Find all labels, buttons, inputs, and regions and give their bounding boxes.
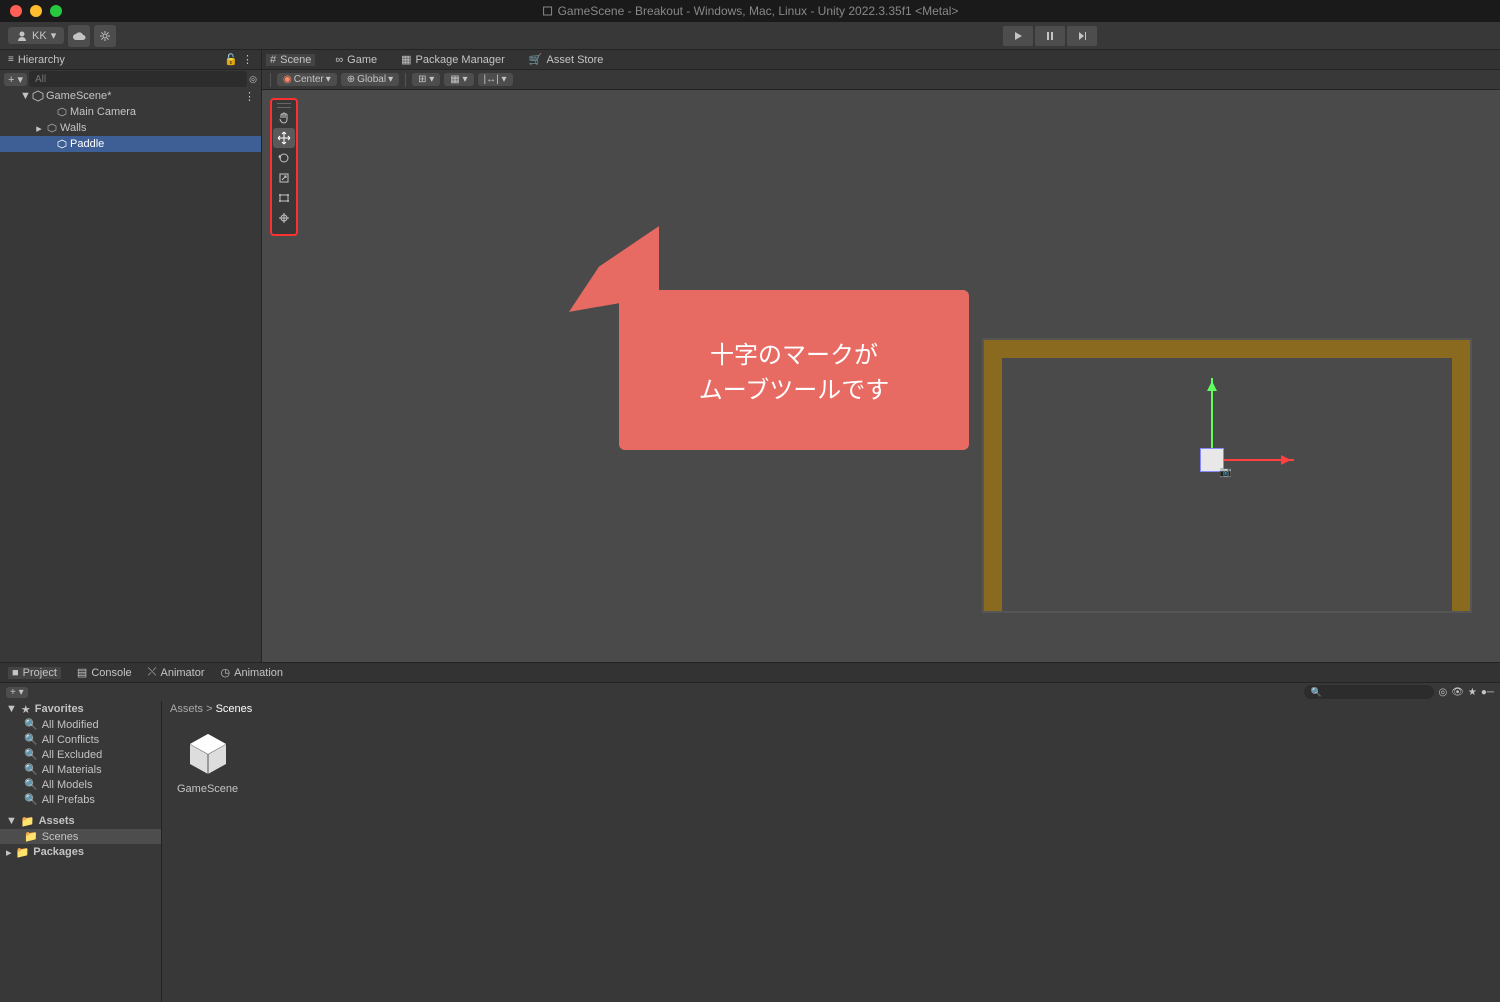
pivot-dropdown[interactable]: ◉Center ▾: [277, 73, 337, 86]
search-icon: 🔍: [1310, 687, 1321, 698]
increment-button[interactable]: |↔| ▾: [478, 73, 513, 86]
gear-icon[interactable]: [94, 25, 116, 47]
tab-animator[interactable]: ⤬Animator: [148, 666, 205, 679]
camera-icon: 📷: [1219, 467, 1231, 478]
fav-item[interactable]: 🔍All Models: [0, 777, 161, 792]
scene-root[interactable]: ▼ GameScene* ⋮: [0, 88, 261, 104]
fav-item[interactable]: 🔍All Prefabs: [0, 792, 161, 807]
titlebar: GameScene - Breakout - Windows, Mac, Lin…: [0, 0, 1500, 22]
wall-left: [984, 340, 1002, 611]
play-button[interactable]: [1003, 26, 1033, 46]
main-toolbar: KK ▾: [0, 22, 1500, 50]
folder-scenes[interactable]: 📁Scenes: [0, 829, 161, 844]
move-gizmo[interactable]: 📷: [1200, 448, 1224, 472]
step-button[interactable]: [1067, 26, 1097, 46]
star-icon[interactable]: ★: [1468, 687, 1477, 698]
snap-button[interactable]: ⊞ ▾: [412, 73, 440, 86]
menu-icon[interactable]: ⋮: [244, 90, 255, 103]
tab-package-manager[interactable]: ▦Package Manager: [397, 53, 509, 66]
tab-animation[interactable]: ◷Animation: [221, 666, 284, 679]
hierarchy-item-walls[interactable]: ▸ Walls: [0, 120, 261, 136]
asset-scene[interactable]: GameScene: [177, 729, 238, 795]
cloud-icon[interactable]: [68, 25, 90, 47]
traffic-lights: [10, 5, 62, 17]
hierarchy-tab[interactable]: ≡ Hierarchy 🔓 ⋮: [0, 50, 261, 70]
rect-tool[interactable]: [273, 188, 295, 208]
hierarchy-item-camera[interactable]: Main Camera: [0, 104, 261, 120]
add-button[interactable]: + ▾: [4, 73, 27, 86]
grid-button[interactable]: ▦ ▾: [444, 73, 473, 86]
tab-console[interactable]: ▤Console: [77, 666, 132, 679]
wall-right: [1452, 340, 1470, 611]
asset-label: GameScene: [177, 783, 238, 795]
window-title: GameScene - Breakout - Windows, Mac, Lin…: [542, 4, 959, 18]
annotation-callout: 十字のマークが ムーブツールです: [619, 290, 969, 450]
project-tree: ▼★Favorites 🔍All Modified 🔍All Conflicts…: [0, 701, 162, 1002]
pause-button[interactable]: [1035, 26, 1065, 46]
packages-header[interactable]: ▸📁Packages: [0, 844, 161, 860]
hierarchy-panel: ≡ Hierarchy 🔓 ⋮ + ▾ ◎ ▼ GameScene* ⋮ Mai…: [0, 50, 262, 662]
filter-icon[interactable]: ◎: [1438, 687, 1447, 698]
y-axis-arrow[interactable]: [1211, 378, 1213, 448]
close-icon[interactable]: [10, 5, 22, 17]
fav-item[interactable]: 🔍All Conflicts: [0, 732, 161, 747]
space-dropdown[interactable]: ⊕Global ▾: [341, 73, 399, 86]
maximize-icon[interactable]: [50, 5, 62, 17]
fav-item[interactable]: 🔍All Materials: [0, 762, 161, 777]
assets-header[interactable]: ▼📁Assets: [0, 813, 161, 829]
tab-game[interactable]: ∞Game: [331, 54, 381, 66]
tab-asset-store[interactable]: 🛒Asset Store: [525, 53, 608, 66]
filter-icon[interactable]: ◎: [249, 74, 257, 85]
account-button[interactable]: KK ▾: [8, 27, 64, 44]
scene-tools: [270, 98, 298, 236]
cube-icon: [56, 106, 68, 118]
callout-text: 十字のマークが: [710, 335, 878, 370]
project-search-input[interactable]: [1304, 685, 1434, 699]
scene-toolbar: ◉Center ▾ ⊕Global ▾ ⊞ ▾ ▦ ▾ |↔| ▾: [262, 70, 1500, 90]
project-content: Assets > Scenes GameScene: [162, 701, 1500, 1002]
hierarchy-tree: ▼ GameScene* ⋮ Main Camera ▸ Walls Paddl…: [0, 88, 261, 662]
scene-viewport[interactable]: 十字のマークが ムーブツールです 📷: [262, 90, 1500, 662]
hand-tool[interactable]: [273, 108, 295, 128]
fav-item[interactable]: 🔍All Modified: [0, 717, 161, 732]
add-button[interactable]: + ▾: [6, 687, 28, 698]
wall-top: [984, 340, 1470, 358]
scene-panel: #Scene ∞Game ▦Package Manager 🛒Asset Sto…: [262, 50, 1500, 662]
paddle-object[interactable]: 📷: [1200, 448, 1224, 472]
unity-icon: [32, 90, 44, 102]
minimize-icon[interactable]: [30, 5, 42, 17]
menu-icon[interactable]: ⋮: [242, 53, 253, 66]
callout-text: ムーブツールです: [699, 370, 890, 405]
unity-icon: [183, 729, 233, 779]
rotate-tool[interactable]: [273, 148, 295, 168]
move-tool[interactable]: [273, 128, 295, 148]
tab-scene[interactable]: #Scene: [266, 54, 315, 66]
breadcrumb[interactable]: Assets > Scenes: [162, 701, 1500, 719]
x-axis-arrow[interactable]: [1224, 459, 1294, 461]
cube-icon: [56, 138, 68, 150]
slider-icon[interactable]: ●─: [1481, 687, 1494, 698]
hierarchy-item-paddle[interactable]: Paddle: [0, 136, 261, 152]
bottom-panel: ■Project ▤Console ⤬Animator ◷Animation +…: [0, 662, 1500, 1002]
transform-tool[interactable]: [273, 208, 295, 228]
hierarchy-search-input[interactable]: [29, 71, 247, 87]
favorites-header[interactable]: ▼★Favorites: [0, 701, 161, 717]
tab-project[interactable]: ■Project: [8, 667, 61, 679]
fav-item[interactable]: 🔍All Excluded: [0, 747, 161, 762]
visibility-icon[interactable]: 👁: [1451, 687, 1464, 698]
scale-tool[interactable]: [273, 168, 295, 188]
playback-controls: [1003, 26, 1097, 46]
cube-icon: [46, 122, 58, 134]
lock-icon[interactable]: 🔓: [224, 53, 238, 66]
game-world: 📷: [982, 338, 1472, 613]
